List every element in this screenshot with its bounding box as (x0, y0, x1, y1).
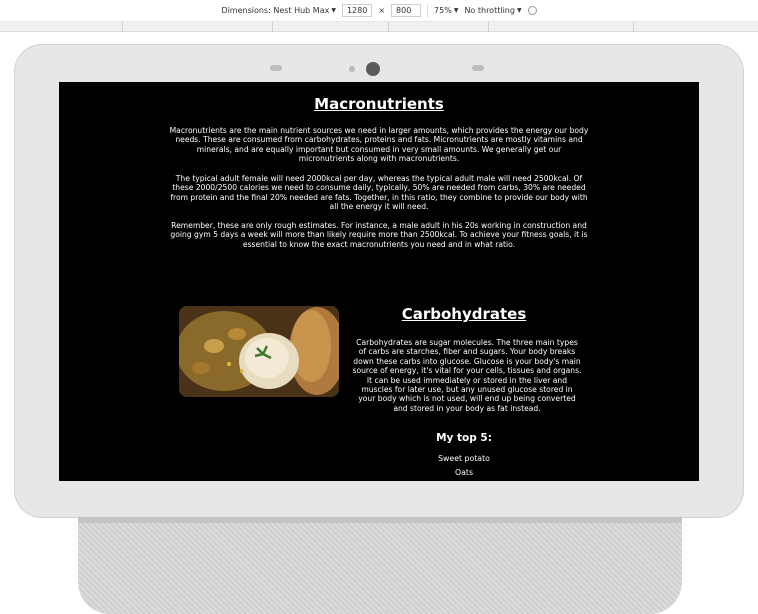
throttling-label: No throttling (464, 6, 515, 15)
device-stand (78, 517, 682, 614)
page-title: Macronutrients (314, 95, 444, 113)
top5-heading: My top 5: (436, 432, 492, 444)
dropdown-arrow-icon: ▼ (453, 7, 459, 14)
sensor-right (472, 65, 484, 71)
times-label: × (378, 6, 386, 15)
list-item: Sweet potato (438, 454, 490, 463)
device-selector[interactable]: Dimensions: Nest Hub Max ▼ (221, 6, 336, 15)
devtools-toolbar: Dimensions: Nest Hub Max ▼ 1280 × 800 75… (0, 0, 758, 22)
zoom-label: 75% (434, 6, 452, 15)
throttling-selector[interactable]: No throttling ▼ (464, 6, 521, 15)
camera-icon (366, 62, 380, 76)
carbs-paragraph: Carbohydrates are sugar molecules. The t… (352, 338, 582, 413)
mic-dot (349, 66, 355, 72)
height-input[interactable]: 800 (391, 4, 422, 17)
carbs-heading: Carbohydrates (401, 305, 527, 323)
device-label: Dimensions: Nest Hub Max (221, 6, 330, 15)
width-input[interactable]: 1280 (341, 4, 373, 17)
dropdown-arrow-icon: ▼ (516, 7, 522, 14)
food-photo (179, 306, 339, 397)
dropdown-arrow-icon: ▼ (331, 7, 336, 14)
rotate-icon[interactable] (527, 6, 537, 15)
macro-paragraph-2: The typical adult female will need 2000k… (170, 174, 588, 212)
device-screen: Macronutrients Macronutrients are the ma… (59, 82, 699, 481)
media-query-ruler (0, 22, 758, 32)
divider (427, 3, 429, 18)
zoom-selector[interactable]: 75% ▼ (434, 6, 458, 15)
sensor-left (270, 65, 282, 71)
list-item: Oats (454, 468, 474, 477)
macro-paragraph-1: Macronutrients are the main nutrient sou… (169, 126, 589, 164)
macro-paragraph-3: Remember, these are only rough estimates… (170, 221, 588, 249)
device-stand-top (78, 517, 682, 523)
